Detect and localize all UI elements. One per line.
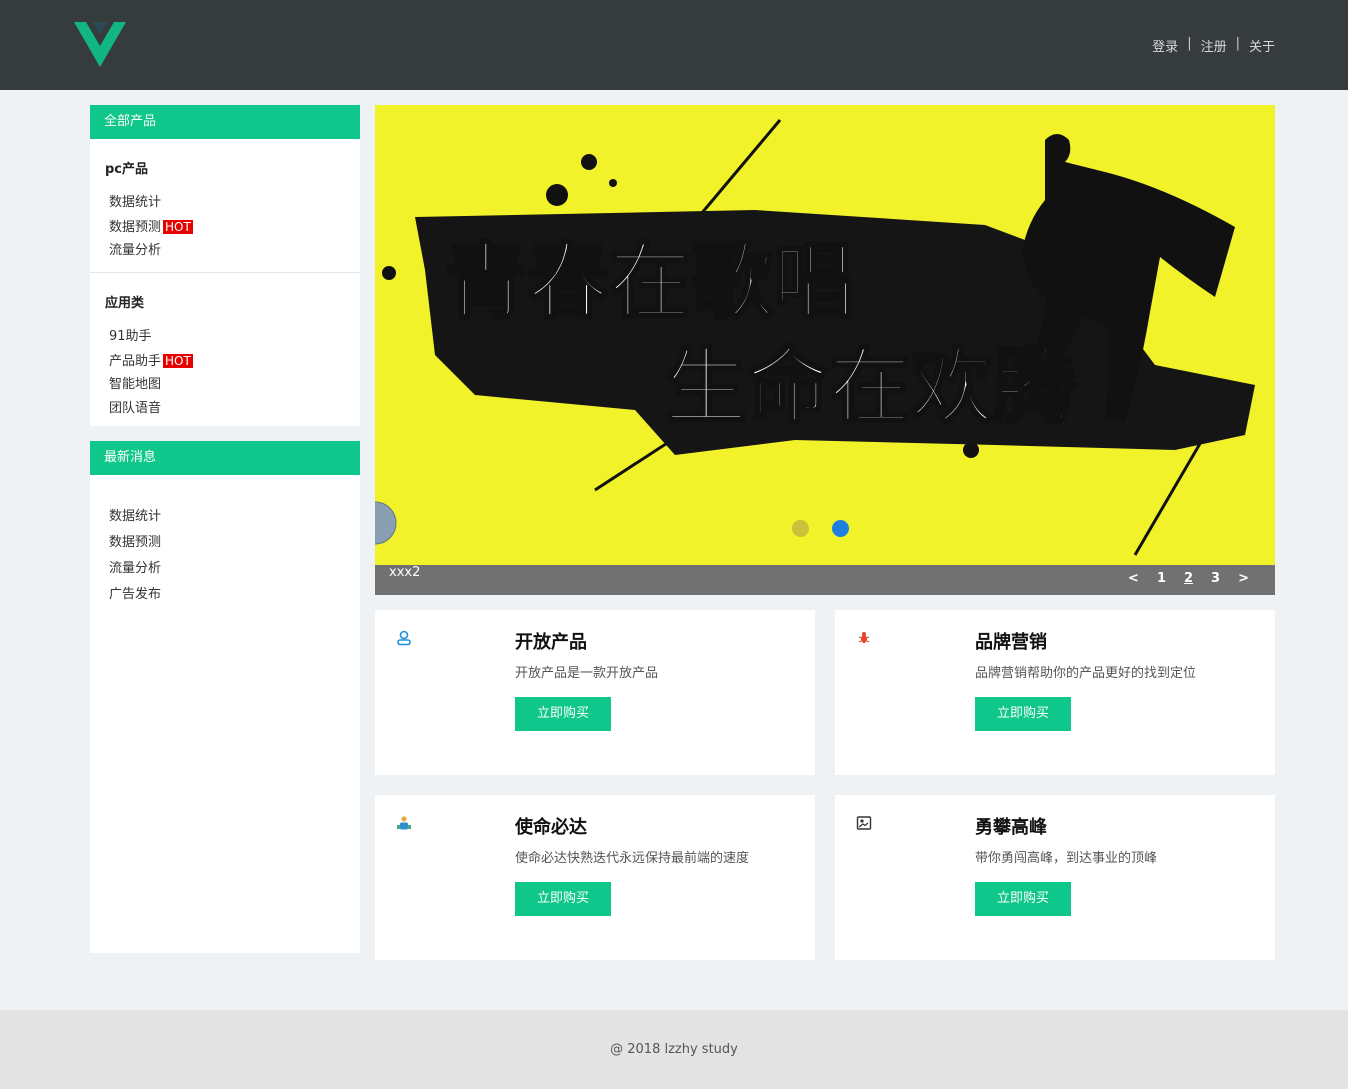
category-title-pc: pc产品 bbox=[105, 162, 149, 177]
sidebar-item-data-stats[interactable]: 数据统计 bbox=[90, 191, 360, 215]
news-item[interactable]: 广告发布 bbox=[90, 582, 360, 608]
sidebar-item-data-forecast[interactable]: 数据预测 HOT bbox=[90, 215, 360, 239]
sidebar-item-product-assistant[interactable]: 产品助手 HOT bbox=[90, 349, 360, 373]
hot-badge: HOT bbox=[163, 354, 193, 368]
carousel-page-1[interactable]: 1 bbox=[1157, 571, 1166, 586]
sidebar-item-91-assistant[interactable]: 91助手 bbox=[90, 325, 360, 349]
carousel-page-3[interactable]: 3 bbox=[1211, 571, 1220, 586]
buy-now-button[interactable]: 立即购买 bbox=[515, 697, 611, 731]
banner-image: 青春在歌唱 生命在欢腾 bbox=[375, 105, 1275, 565]
sidebar-item-traffic-analysis[interactable]: 流量分析 bbox=[90, 239, 360, 263]
nav-separator: | bbox=[1235, 36, 1240, 51]
header: 登录 | 注册 | 关于 bbox=[0, 0, 1348, 90]
news-item[interactable]: 流量分析 bbox=[90, 556, 360, 582]
products-panel: 全部产品 pc产品 数据统计 数据预测 HOT 流量分析 应用类 91助手 产品助… bbox=[90, 105, 360, 426]
carousel-caption: xxx2 bbox=[389, 565, 421, 580]
team-icon bbox=[397, 816, 411, 830]
sidebar-item-label: 智能地图 bbox=[109, 377, 162, 392]
image-icon bbox=[856, 816, 872, 830]
register-link[interactable]: 注册 bbox=[1201, 36, 1227, 55]
category-title-apps: 应用类 bbox=[105, 296, 145, 311]
sidebar-item-label: 团队语音 bbox=[109, 401, 162, 416]
nav-separator: | bbox=[1187, 36, 1192, 51]
login-link[interactable]: 登录 bbox=[1152, 36, 1178, 55]
user-icon bbox=[397, 630, 411, 646]
about-link[interactable]: 关于 bbox=[1249, 36, 1275, 55]
banner-slogan-line2: 生命在欢腾 bbox=[665, 340, 1076, 435]
card-title: 开放产品 bbox=[515, 632, 587, 653]
banner-slogan-line1: 青春在歌唱 bbox=[445, 235, 855, 330]
card-description: 品牌营销帮助你的产品更好的找到定位 bbox=[975, 666, 1197, 681]
product-card: 使命必达 使命必达快熟迭代永远保持最前端的速度 立即购买 bbox=[375, 795, 815, 960]
carousel-page-2[interactable]: 2 bbox=[1184, 571, 1193, 586]
card-description: 使命必达快熟迭代永远保持最前端的速度 bbox=[515, 851, 750, 866]
carousel-dot-1[interactable] bbox=[792, 520, 809, 537]
products-panel-title: 全部产品 bbox=[90, 105, 360, 139]
product-card: 品牌营销 品牌营销帮助你的产品更好的找到定位 立即购买 bbox=[835, 610, 1275, 775]
product-card: 开放产品 开放产品是一款开放产品 立即购买 bbox=[375, 610, 815, 775]
carousel-prev-button[interactable]: < bbox=[1128, 571, 1139, 586]
carousel-next-button[interactable]: > bbox=[1238, 571, 1249, 586]
card-title: 使命必达 bbox=[515, 817, 587, 838]
buy-now-button[interactable]: 立即购买 bbox=[975, 882, 1071, 916]
card-title: 勇攀高峰 bbox=[975, 817, 1047, 838]
news-panel: 最新消息 数据统计 数据预测 流量分析 广告发布 bbox=[90, 441, 360, 953]
top-nav: 登录 | 注册 | 关于 bbox=[1152, 36, 1275, 55]
sidebar-item-label: 产品助手 bbox=[109, 354, 162, 369]
sidebar-item-label: 流量分析 bbox=[109, 243, 162, 258]
vue-logo-icon[interactable] bbox=[74, 22, 126, 67]
sidebar-item-team-voice[interactable]: 团队语音 bbox=[90, 397, 360, 421]
card-title: 品牌营销 bbox=[975, 632, 1047, 653]
card-description: 开放产品是一款开放产品 bbox=[515, 666, 659, 681]
carousel-pager: < 1 2 3 > bbox=[1128, 571, 1249, 586]
product-card: 勇攀高峰 带你勇闯高峰，到达事业的顶峰 立即购买 bbox=[835, 795, 1275, 960]
card-description: 带你勇闯高峰，到达事业的顶峰 bbox=[975, 851, 1158, 866]
sidebar-item-label: 数据统计 bbox=[109, 195, 162, 210]
footer-copyright: @ 2018 lzzhy study bbox=[610, 1042, 738, 1057]
hot-badge: HOT bbox=[163, 220, 193, 234]
news-item[interactable]: 数据统计 bbox=[90, 504, 360, 530]
footer: @ 2018 lzzhy study bbox=[0, 1010, 1348, 1089]
news-item[interactable]: 数据预测 bbox=[90, 530, 360, 556]
buy-now-button[interactable]: 立即购买 bbox=[515, 882, 611, 916]
news-panel-title: 最新消息 bbox=[90, 441, 360, 475]
banner-carousel[interactable]: 青春在歌唱 生命在欢腾 xxx2 < 1 2 3 > bbox=[375, 105, 1275, 595]
sidebar-item-smart-map[interactable]: 智能地图 bbox=[90, 373, 360, 397]
carousel-caption-bar: xxx2 < 1 2 3 > bbox=[375, 565, 1275, 595]
sidebar-item-label: 数据预测 bbox=[109, 220, 162, 235]
buy-now-button[interactable]: 立即购买 bbox=[975, 697, 1071, 731]
sidebar-item-label: 91助手 bbox=[109, 329, 152, 344]
bug-icon bbox=[858, 632, 870, 643]
carousel-dot-2-active[interactable] bbox=[832, 520, 849, 537]
